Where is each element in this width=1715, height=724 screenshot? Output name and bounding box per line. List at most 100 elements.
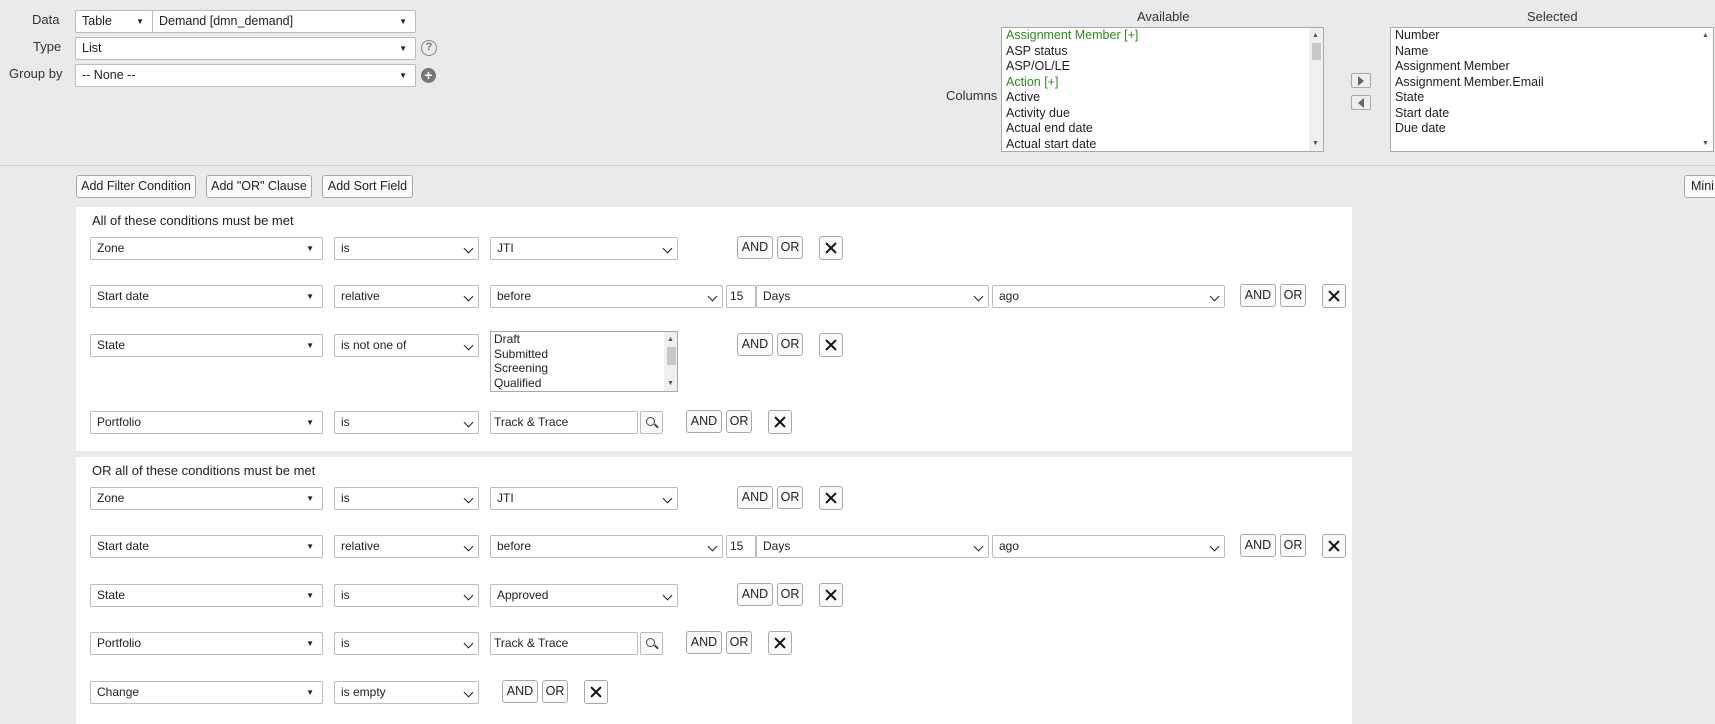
and-button[interactable]: AND — [737, 486, 773, 509]
or-button[interactable]: OR — [726, 410, 752, 433]
remove-column-button[interactable] — [1351, 95, 1371, 110]
unit-select[interactable]: Days — [756, 535, 989, 558]
or-button[interactable]: OR — [1280, 534, 1306, 557]
field-select[interactable]: Start date ▼ — [90, 535, 323, 558]
field-select[interactable]: Start date ▼ — [90, 285, 323, 308]
or-button[interactable]: OR — [777, 486, 803, 509]
and-button[interactable]: AND — [1240, 534, 1276, 557]
field-select[interactable]: Change ▼ — [90, 681, 323, 704]
selected-column-item[interactable]: Start date — [1393, 106, 1713, 122]
field-select[interactable]: State ▼ — [90, 334, 323, 357]
operator-select[interactable]: relative — [334, 535, 479, 558]
and-button[interactable]: AND — [1240, 284, 1276, 307]
delete-condition-icon[interactable] — [819, 333, 843, 357]
operator-select[interactable]: relative — [334, 285, 479, 308]
add-filter-condition-button[interactable]: Add Filter Condition — [76, 175, 196, 198]
value-select[interactable]: Approved — [490, 584, 678, 607]
operator-select[interactable]: is — [334, 487, 479, 510]
value-select[interactable]: before — [490, 285, 723, 308]
selected-scrollbar[interactable]: ▲ ▼ — [1699, 28, 1713, 151]
scroll-up-icon[interactable]: ▲ — [1312, 28, 1319, 44]
selected-column-item[interactable]: Due date — [1393, 121, 1713, 137]
multiselect-option[interactable]: Draft — [491, 332, 677, 347]
scroll-up-icon[interactable]: ▲ — [667, 332, 674, 348]
operator-select[interactable]: is — [334, 411, 479, 434]
delete-condition-icon[interactable] — [768, 410, 792, 434]
type-select[interactable]: List ▼ — [75, 37, 416, 60]
data-table-select[interactable]: Demand [dmn_demand] ▼ — [152, 10, 416, 33]
and-button[interactable]: AND — [737, 583, 773, 606]
search-icon[interactable] — [640, 632, 663, 655]
field-select[interactable]: Zone ▼ — [90, 237, 323, 260]
scroll-down-icon[interactable]: ▼ — [1702, 136, 1709, 152]
value-select[interactable]: before — [490, 535, 723, 558]
data-source-select[interactable]: Table ▼ — [75, 10, 153, 33]
field-select[interactable]: Portfolio ▼ — [90, 411, 323, 434]
selected-column-item[interactable]: Name — [1393, 44, 1713, 60]
selected-columns-list[interactable]: Number Name Assignment Member Assignment Me… — [1390, 27, 1714, 152]
delete-condition-icon[interactable] — [819, 236, 843, 260]
number-input[interactable]: 15 — [726, 535, 756, 558]
scroll-down-icon[interactable]: ▼ — [667, 376, 674, 392]
value-multiselect[interactable]: Draft Submitted Screening Qualified ▲ ▼ — [490, 331, 678, 392]
add-or-clause-button[interactable]: Add "OR" Clause — [206, 175, 312, 198]
or-button[interactable]: OR — [777, 583, 803, 606]
delete-condition-icon[interactable] — [819, 583, 843, 607]
value-select[interactable]: JTI — [490, 487, 678, 510]
ago-select[interactable]: ago — [992, 535, 1225, 558]
multiselect-option[interactable]: Screening — [491, 361, 677, 376]
selected-column-item[interactable]: Assignment Member — [1393, 59, 1713, 75]
add-column-button[interactable] — [1351, 73, 1371, 88]
delete-condition-icon[interactable] — [1322, 534, 1346, 558]
or-button[interactable]: OR — [1280, 284, 1306, 307]
add-group-icon[interactable]: + — [421, 68, 436, 83]
unit-select[interactable]: Days — [756, 285, 989, 308]
multiselect-option[interactable]: Submitted — [491, 347, 677, 362]
delete-condition-icon[interactable] — [584, 680, 608, 704]
available-column-item[interactable]: Actual start date — [1004, 137, 1323, 152]
multiselect-option[interactable]: Qualified — [491, 376, 677, 391]
help-icon[interactable]: ? — [421, 40, 437, 56]
operator-select[interactable]: is empty — [334, 681, 479, 704]
field-select[interactable]: Zone ▼ — [90, 487, 323, 510]
available-column-item[interactable]: Activity due — [1004, 106, 1323, 122]
add-sort-field-button[interactable]: Add Sort Field — [322, 175, 413, 198]
delete-condition-icon[interactable] — [1322, 284, 1346, 308]
and-button[interactable]: AND — [686, 410, 722, 433]
and-button[interactable]: AND — [502, 680, 538, 703]
selected-column-item[interactable]: Number — [1393, 28, 1713, 44]
delete-condition-icon[interactable] — [819, 486, 843, 510]
field-select[interactable]: Portfolio ▼ — [90, 632, 323, 655]
scroll-up-icon[interactable]: ▲ — [1702, 28, 1709, 44]
reference-input[interactable]: Track & Trace — [490, 411, 638, 434]
scroll-thumb[interactable] — [1312, 43, 1321, 60]
available-column-item[interactable]: Action [+] — [1004, 75, 1323, 91]
or-button[interactable]: OR — [542, 680, 568, 703]
scroll-down-icon[interactable]: ▼ — [1312, 136, 1319, 152]
reference-input[interactable]: Track & Trace — [490, 632, 638, 655]
multiselect-scrollbar[interactable]: ▲ ▼ — [664, 332, 677, 391]
and-button[interactable]: AND — [737, 236, 773, 259]
available-column-item[interactable]: Assignment Member [+] — [1004, 28, 1323, 44]
operator-select[interactable]: is — [334, 632, 479, 655]
and-button[interactable]: AND — [686, 631, 722, 654]
operator-select[interactable]: is — [334, 237, 479, 260]
or-button[interactable]: OR — [726, 631, 752, 654]
selected-column-item[interactable]: State — [1393, 90, 1713, 106]
value-select[interactable]: JTI — [490, 237, 678, 260]
number-input[interactable]: 15 — [726, 285, 756, 308]
delete-condition-icon[interactable] — [768, 631, 792, 655]
available-column-item[interactable]: ASP/OL/LE — [1004, 59, 1323, 75]
minimize-button[interactable]: Mini — [1684, 175, 1715, 198]
available-column-item[interactable]: Active — [1004, 90, 1323, 106]
operator-select[interactable]: is not one of — [334, 334, 479, 357]
or-button[interactable]: OR — [777, 333, 803, 356]
or-button[interactable]: OR — [777, 236, 803, 259]
available-scrollbar[interactable]: ▲ ▼ — [1309, 28, 1323, 151]
available-column-item[interactable]: Actual end date — [1004, 121, 1323, 137]
field-select[interactable]: State ▼ — [90, 584, 323, 607]
available-column-item[interactable]: ASP status — [1004, 44, 1323, 60]
available-columns-list[interactable]: Assignment Member [+] ASP status ASP/OL/LE… — [1001, 27, 1324, 152]
operator-select[interactable]: is — [334, 584, 479, 607]
selected-column-item[interactable]: Assignment Member.Email — [1393, 75, 1713, 91]
